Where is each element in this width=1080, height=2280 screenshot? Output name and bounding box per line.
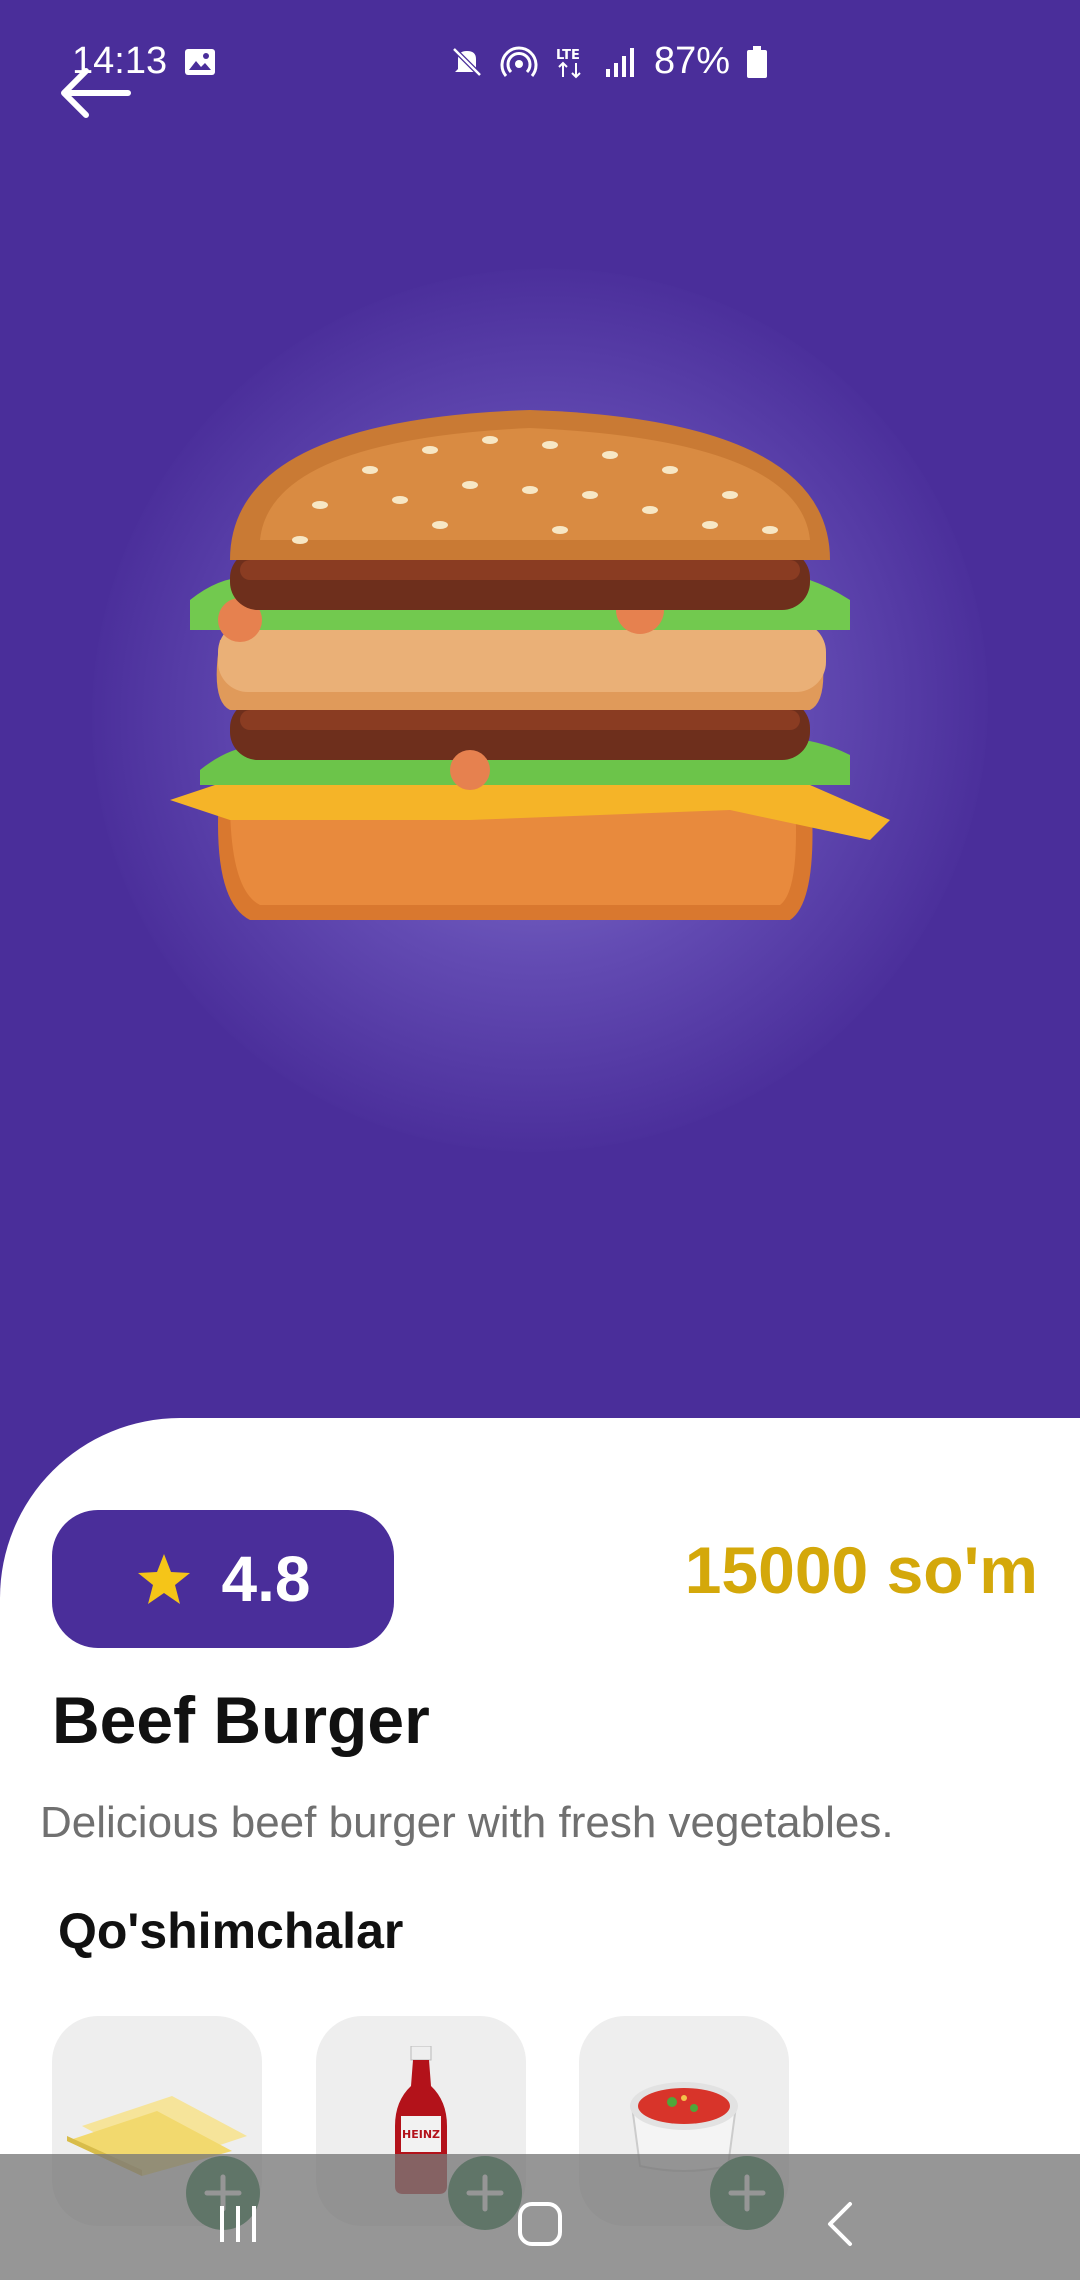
mute-icon	[452, 46, 482, 77]
rating-badge: 4.8	[52, 1510, 394, 1648]
star-icon	[137, 1554, 190, 1604]
price-label: 15000 so'm	[684, 1533, 1038, 1607]
back-nav-icon[interactable]	[812, 2194, 872, 2254]
hero-section	[0, 0, 1080, 1440]
hotspot-icon	[500, 46, 538, 77]
product-title: Beef Burger	[52, 1683, 430, 1757]
battery-percent: 87%	[654, 40, 731, 82]
home-icon[interactable]	[510, 2194, 570, 2254]
status-bar: 14:13 LTE 87%	[0, 0, 1080, 130]
burger-image	[170, 410, 890, 920]
lte-icon: LTE	[556, 48, 581, 78]
rating-value: 4.8	[221, 1543, 311, 1615]
product-description: Delicious beef burger with fresh vegetab…	[40, 1798, 894, 1847]
back-arrow-icon[interactable]	[58, 68, 132, 118]
status-icons: LTE 87%	[450, 40, 768, 83]
battery-icon	[747, 45, 768, 78]
signal-icon	[606, 47, 634, 77]
addons-section-title: Qo'shimchalar	[58, 1903, 404, 1959]
gallery-icon	[185, 49, 215, 75]
recent-apps-icon[interactable]	[208, 2194, 268, 2254]
svg-text:HEINZ: HEINZ	[402, 2128, 440, 2141]
svg-text:LTE: LTE	[556, 48, 580, 63]
